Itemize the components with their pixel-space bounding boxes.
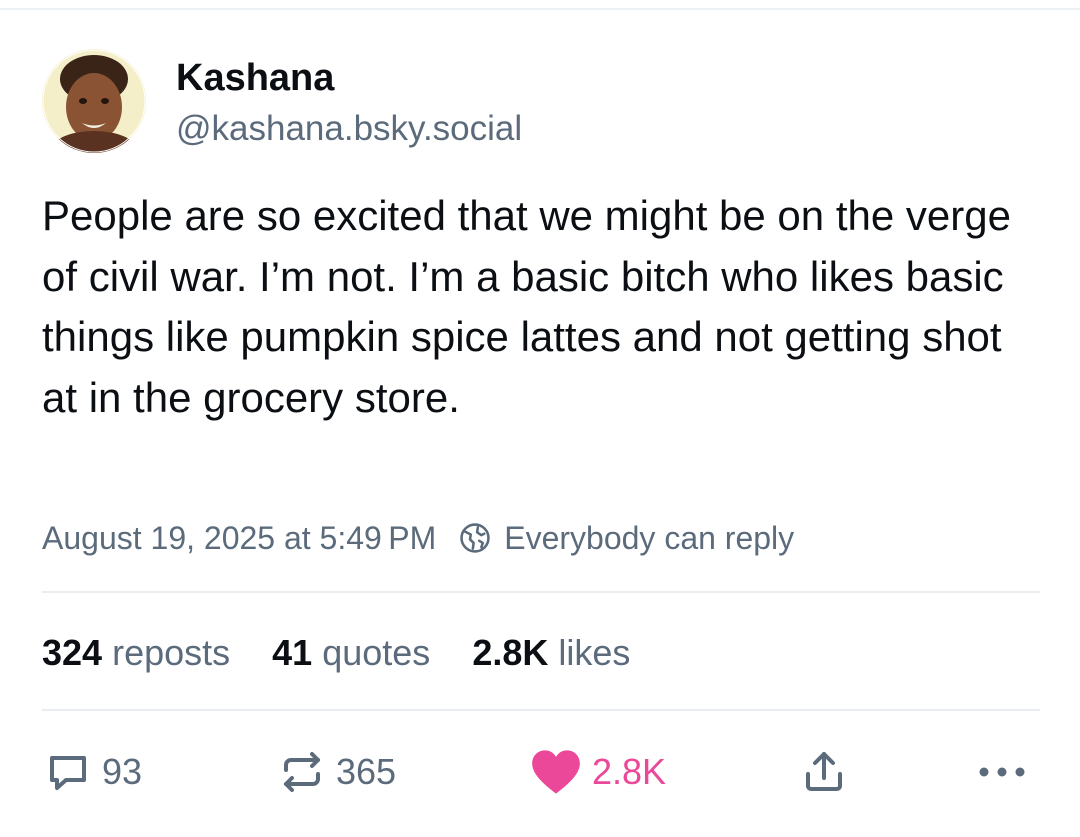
- like-count: 2.8K: [592, 751, 667, 792]
- likes-label: likes: [558, 632, 631, 673]
- reposts-label: reposts: [112, 632, 231, 673]
- author-handle[interactable]: @kashana.bsky.social: [176, 108, 522, 150]
- reply-icon: [44, 748, 92, 796]
- repost-button[interactable]: 365: [278, 748, 396, 796]
- share-icon: [800, 748, 848, 796]
- heart-icon: [530, 748, 582, 796]
- like-button[interactable]: 2.8K: [530, 748, 666, 796]
- post-card: Kashana @kashana.bsky.social People are …: [0, 0, 1080, 837]
- likes-count: 2.8K: [472, 632, 549, 673]
- post-meta: August 19, 2025 at 5:49 PM Everybody can…: [42, 518, 794, 558]
- reply-button[interactable]: 93: [44, 748, 142, 796]
- post-timestamp[interactable]: August 19, 2025 at 5:49 PM: [42, 520, 436, 557]
- quotes-stat[interactable]: 41 quotes: [272, 632, 430, 674]
- post-text: People are so excited that we might be o…: [42, 192, 1011, 421]
- more-options-button[interactable]: [976, 748, 1028, 796]
- share-button[interactable]: [800, 748, 848, 796]
- repost-icon: [278, 748, 326, 796]
- reposts-count: 324: [42, 632, 103, 673]
- reply-setting[interactable]: Everybody can reply: [504, 520, 794, 557]
- divider: [42, 709, 1040, 711]
- likes-stat[interactable]: 2.8K likes: [472, 632, 630, 674]
- avatar-image: [42, 49, 146, 153]
- quotes-count: 41: [272, 632, 313, 673]
- engagement-stats: 324 reposts 41 quotes 2.8K likes: [42, 630, 672, 676]
- author-display-name[interactable]: Kashana: [176, 56, 334, 100]
- quotes-label: quotes: [322, 632, 431, 673]
- divider: [42, 591, 1040, 593]
- globe-icon: [458, 521, 492, 555]
- reply-count: 93: [102, 751, 143, 792]
- avatar[interactable]: [42, 49, 146, 153]
- more-icon: [976, 748, 1028, 796]
- reposts-stat[interactable]: 324 reposts: [42, 632, 230, 674]
- repost-count: 365: [336, 751, 397, 792]
